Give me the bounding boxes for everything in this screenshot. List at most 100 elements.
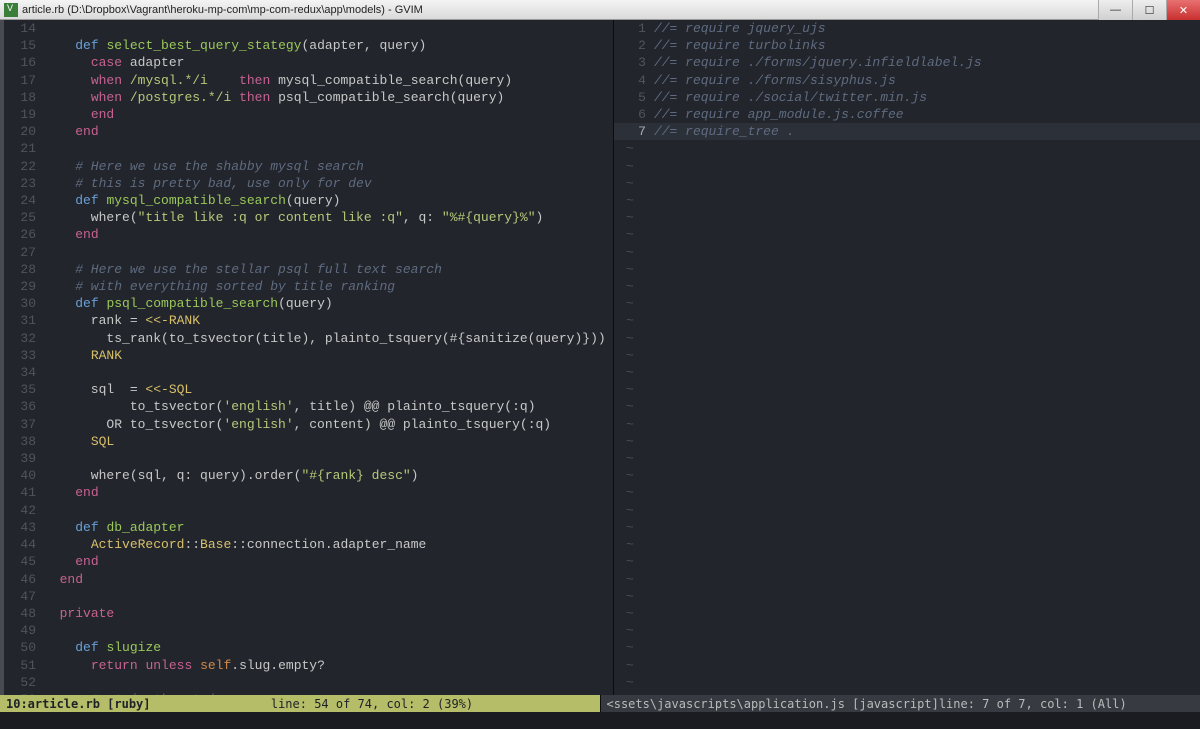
code-text: # this is pretty bad, use only for dev bbox=[44, 175, 613, 192]
code-line[interactable]: 17 when /mysql.*/i then mysql_compatible… bbox=[4, 72, 613, 89]
code-line[interactable]: 44 ActiveRecord::Base::connection.adapte… bbox=[4, 536, 613, 553]
minimize-button[interactable]: — bbox=[1098, 0, 1132, 20]
code-line[interactable]: 22 # Here we use the shabby mysql search bbox=[4, 158, 613, 175]
close-button[interactable]: ✕ bbox=[1166, 0, 1200, 20]
right-code-body[interactable]: 1//= require jquery_ujs2//= require turb… bbox=[614, 20, 1200, 695]
code-text: # Here we use the shabby mysql search bbox=[44, 158, 613, 175]
empty-line: ~ bbox=[614, 295, 1200, 312]
code-line[interactable]: 6//= require app_module.js.coffee bbox=[614, 106, 1200, 123]
code-line[interactable]: 43 def db_adapter bbox=[4, 519, 613, 536]
code-text: when /postgres.*/i then psql_compatible_… bbox=[44, 89, 613, 106]
status-left-pos: line: 54 of 74, col: 2 (39%) bbox=[151, 697, 594, 711]
code-line[interactable]: 21 bbox=[4, 140, 613, 157]
code-line[interactable]: 20 end bbox=[4, 123, 613, 140]
code-line[interactable]: 41 end bbox=[4, 484, 613, 501]
line-number: 2 bbox=[614, 37, 654, 54]
code-line[interactable]: 4//= require ./forms/sisyphus.js bbox=[614, 72, 1200, 89]
code-text: //= require ./forms/sisyphus.js bbox=[654, 72, 1200, 89]
line-number: 24 bbox=[4, 192, 44, 209]
code-line[interactable]: 5//= require ./social/twitter.min.js bbox=[614, 89, 1200, 106]
code-line[interactable]: 7//= require_tree . bbox=[614, 123, 1200, 140]
right-pane[interactable]: 1//= require jquery_ujs2//= require turb… bbox=[614, 20, 1200, 695]
code-text: //= require turbolinks bbox=[654, 37, 1200, 54]
code-line[interactable]: 1//= require jquery_ujs bbox=[614, 20, 1200, 37]
code-line[interactable]: 32 ts_rank(to_tsvector(title), plainto_t… bbox=[4, 330, 613, 347]
empty-line: ~ bbox=[614, 484, 1200, 501]
code-line[interactable]: 28 # Here we use the stellar psql full t… bbox=[4, 261, 613, 278]
line-number: 26 bbox=[4, 226, 44, 243]
code-line[interactable]: 45 end bbox=[4, 553, 613, 570]
code-line[interactable]: 38 SQL bbox=[4, 433, 613, 450]
maximize-button[interactable]: ☐ bbox=[1132, 0, 1166, 20]
empty-line: ~ bbox=[614, 657, 1200, 674]
empty-line: ~ bbox=[614, 519, 1200, 536]
line-number: 36 bbox=[4, 398, 44, 415]
line-number: 37 bbox=[4, 416, 44, 433]
code-line[interactable]: 24 def mysql_compatible_search(query) bbox=[4, 192, 613, 209]
code-text: end bbox=[44, 226, 613, 243]
code-line[interactable]: 46 end bbox=[4, 571, 613, 588]
code-line[interactable]: 19 end bbox=[4, 106, 613, 123]
code-line[interactable]: 26 end bbox=[4, 226, 613, 243]
code-line[interactable]: 23 # this is pretty bad, use only for de… bbox=[4, 175, 613, 192]
code-line[interactable]: 35 sql = <<-SQL bbox=[4, 381, 613, 398]
empty-line: ~ bbox=[614, 502, 1200, 519]
status-right: <ssets\javascripts\application.js [javas… bbox=[600, 695, 1200, 712]
empty-line: ~ bbox=[614, 674, 1200, 691]
line-number: 50 bbox=[4, 639, 44, 656]
code-text: SQL bbox=[44, 433, 613, 450]
code-text: end bbox=[44, 553, 613, 570]
code-line[interactable]: 3//= require ./forms/jquery.infieldlabel… bbox=[614, 54, 1200, 71]
left-code-body[interactable]: 1415 def select_best_query_stategy(adapt… bbox=[4, 20, 613, 695]
empty-line: ~ bbox=[614, 553, 1200, 570]
window-title: article.rb (D:\Dropbox\Vagrant\heroku-mp… bbox=[22, 4, 1098, 16]
code-line[interactable]: 39 bbox=[4, 450, 613, 467]
line-number: 45 bbox=[4, 553, 44, 570]
code-line[interactable]: 29 # with everything sorted by title ran… bbox=[4, 278, 613, 295]
code-line[interactable]: 16 case adapter bbox=[4, 54, 613, 71]
code-line[interactable]: 40 where(sql, q: query).order("#{rank} d… bbox=[4, 467, 613, 484]
empty-line: ~ bbox=[614, 175, 1200, 192]
code-line[interactable]: 18 when /postgres.*/i then psql_compatib… bbox=[4, 89, 613, 106]
code-line[interactable]: 48 private bbox=[4, 605, 613, 622]
line-number: 27 bbox=[4, 244, 44, 261]
code-line[interactable]: 27 bbox=[4, 244, 613, 261]
line-number: 35 bbox=[4, 381, 44, 398]
code-line[interactable]: 49 bbox=[4, 622, 613, 639]
code-line[interactable]: 34 bbox=[4, 364, 613, 381]
code-text bbox=[44, 622, 613, 639]
line-number: 42 bbox=[4, 502, 44, 519]
command-line[interactable] bbox=[0, 712, 1200, 729]
line-number: 52 bbox=[4, 674, 44, 691]
code-line[interactable]: 31 rank = <<-RANK bbox=[4, 312, 613, 329]
line-number: 38 bbox=[4, 433, 44, 450]
code-line[interactable]: 52 bbox=[4, 674, 613, 691]
line-number: 19 bbox=[4, 106, 44, 123]
empty-line: ~ bbox=[614, 588, 1200, 605]
code-line[interactable]: 50 def slugize bbox=[4, 639, 613, 656]
code-line[interactable]: 14 bbox=[4, 20, 613, 37]
code-line[interactable]: 2//= require turbolinks bbox=[614, 37, 1200, 54]
code-line[interactable]: 51 return unless self.slug.empty? bbox=[4, 657, 613, 674]
line-number: 1 bbox=[614, 20, 654, 37]
empty-line: ~ bbox=[614, 312, 1200, 329]
left-pane[interactable]: 1415 def select_best_query_stategy(adapt… bbox=[4, 20, 614, 695]
line-number: 41 bbox=[4, 484, 44, 501]
code-line[interactable]: 36 to_tsvector('english', title) @@ plai… bbox=[4, 398, 613, 415]
line-number: 17 bbox=[4, 72, 44, 89]
code-text: return unless self.slug.empty? bbox=[44, 657, 613, 674]
code-text: where(sql, q: query).order("#{rank} desc… bbox=[44, 467, 613, 484]
code-line[interactable]: 25 where("title like :q or content like … bbox=[4, 209, 613, 226]
code-line[interactable]: 15 def select_best_query_stategy(adapter… bbox=[4, 37, 613, 54]
code-line[interactable]: 30 def psql_compatible_search(query) bbox=[4, 295, 613, 312]
code-line[interactable]: 47 bbox=[4, 588, 613, 605]
empty-line: ~ bbox=[614, 381, 1200, 398]
code-line[interactable]: 37 OR to_tsvector('english', content) @@… bbox=[4, 416, 613, 433]
line-number: 33 bbox=[4, 347, 44, 364]
empty-line: ~ bbox=[614, 433, 1200, 450]
line-number: 34 bbox=[4, 364, 44, 381]
code-text: //= require ./social/twitter.min.js bbox=[654, 89, 1200, 106]
code-line[interactable]: 33 RANK bbox=[4, 347, 613, 364]
code-text: end bbox=[44, 571, 613, 588]
code-line[interactable]: 42 bbox=[4, 502, 613, 519]
